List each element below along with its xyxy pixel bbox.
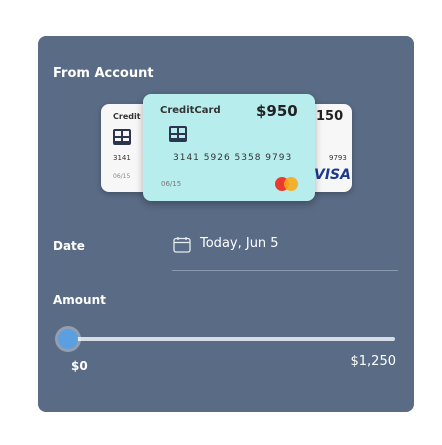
date-field[interactable]: Today, Jun 5 <box>172 230 398 268</box>
card-right-number: 9793 <box>329 154 347 162</box>
card-left-label: Credit <box>113 112 141 121</box>
card-selected[interactable]: CreditCard $950 3141 5926 5358 9793 06/1… <box>143 94 315 201</box>
card-left-expiry: 06/15 <box>113 173 131 180</box>
date-underline <box>172 270 398 271</box>
card-number: 3141 5926 5358 9793 <box>173 153 293 163</box>
card-label: CreditCard <box>160 105 221 116</box>
from-account-title: From Account <box>53 66 154 81</box>
card-left-chip-icon <box>113 129 131 145</box>
card-chip-icon <box>169 126 187 142</box>
date-value: Today, Jun 5 <box>200 236 279 251</box>
amount-slider-track[interactable] <box>68 337 395 341</box>
mastercard-icon <box>275 177 299 191</box>
card-right-balance: 150 <box>316 109 344 124</box>
card-expiry: 06/15 <box>161 180 182 188</box>
amount-max-label: $1,250 <box>350 354 397 369</box>
account-transfer-panel: From Account Credit 3141 06/15 150 9793 … <box>38 36 414 412</box>
visa-logo: VISA <box>314 167 351 183</box>
amount-min-label: $0 <box>71 359 88 373</box>
amount-slider-thumb[interactable] <box>58 329 78 349</box>
calendar-icon <box>173 237 191 253</box>
card-balance: $950 <box>256 102 298 120</box>
date-label: Date <box>53 239 85 253</box>
amount-label: Amount <box>53 293 106 307</box>
card-left-number: 3141 <box>113 154 131 162</box>
